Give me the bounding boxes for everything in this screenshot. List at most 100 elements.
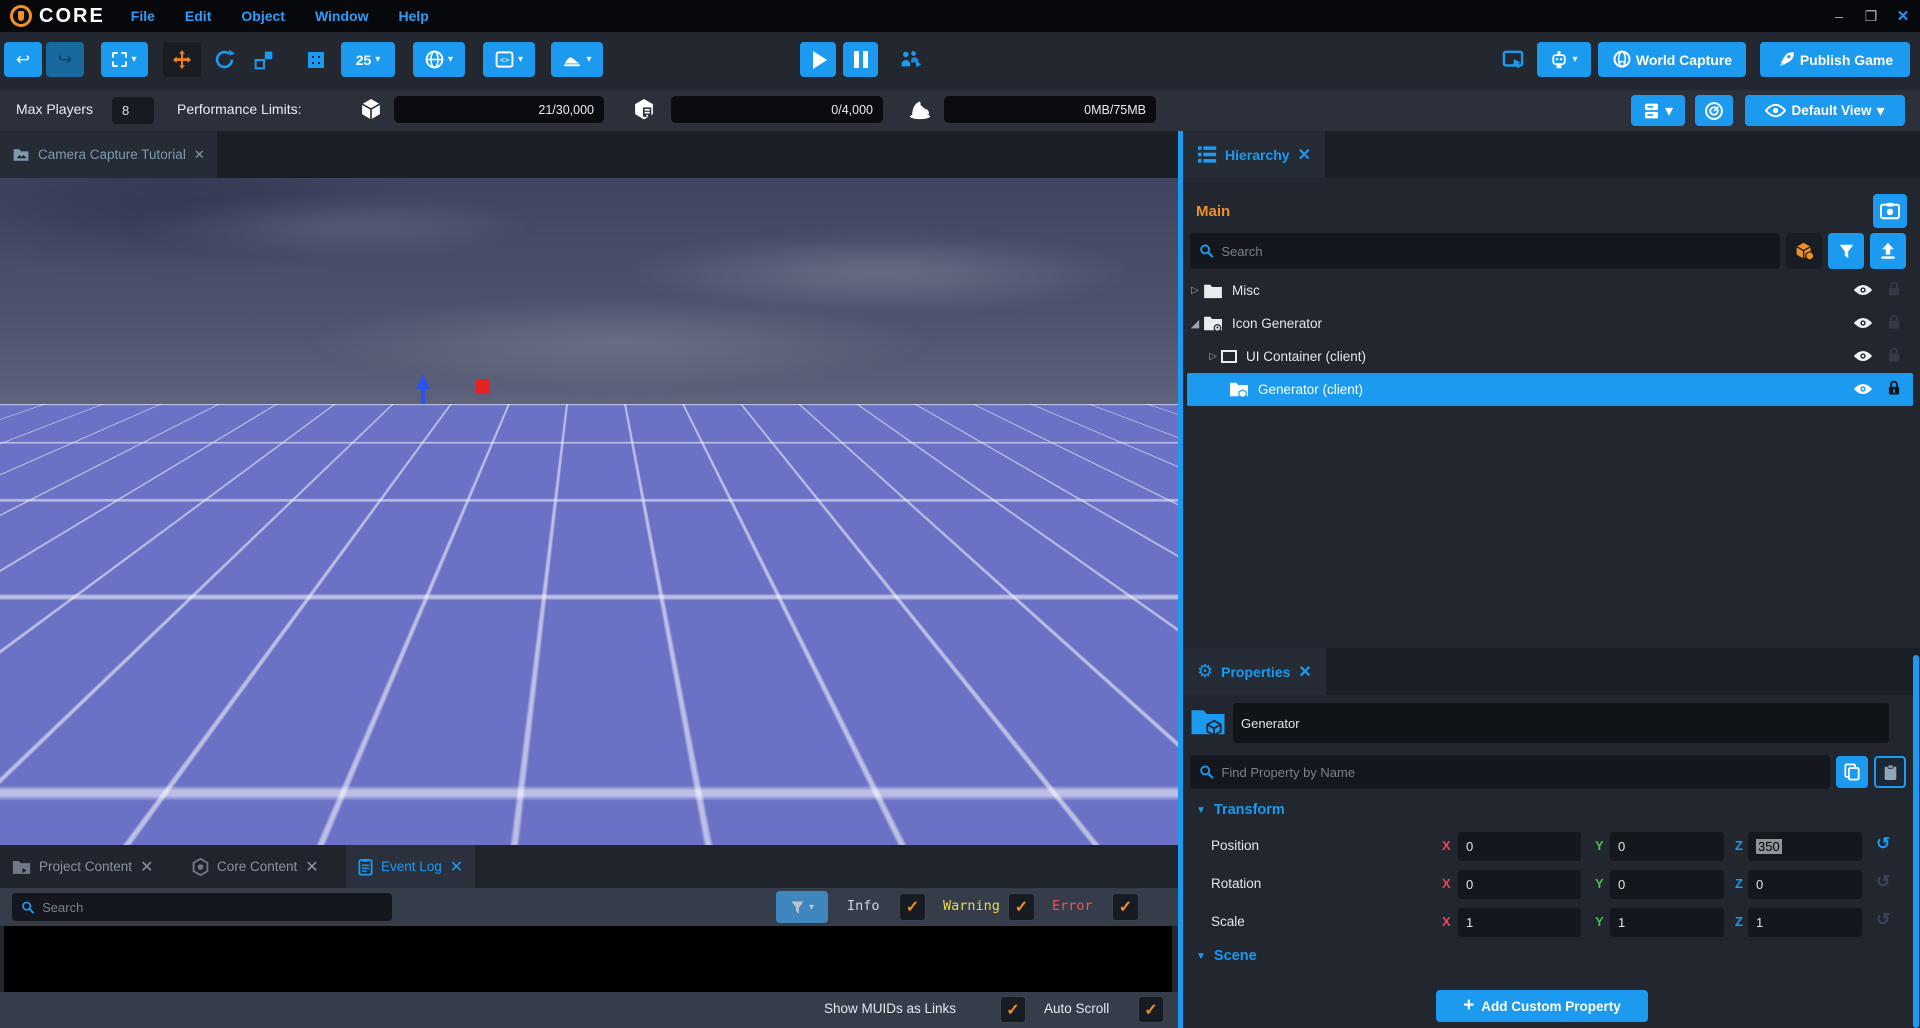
close-icon[interactable]: ✕ — [194, 147, 205, 163]
settings-bar: Max Players 8 Performance Limits: 21/30,… — [0, 90, 1920, 131]
transform-section-header[interactable]: ▼ Transform — [1196, 802, 1285, 818]
object-name-field[interactable]: Generator — [1233, 703, 1889, 743]
rotation-y-input[interactable]: 0 — [1610, 870, 1724, 899]
find-property-input[interactable] — [1221, 765, 1821, 780]
selection-mode-dropdown[interactable]: ▾ — [101, 42, 148, 77]
show-templates-button[interactable] — [1786, 233, 1822, 269]
paste-properties-button[interactable] — [1874, 756, 1906, 788]
visibility-eye-icon[interactable] — [1853, 382, 1873, 399]
warning-filter-checkbox[interactable]: ✓ — [1008, 893, 1035, 921]
world-settings-dropdown[interactable]: ▾ — [413, 42, 465, 77]
bot-tools-dropdown[interactable]: ▾ — [1537, 42, 1591, 77]
menu-edit[interactable]: Edit — [185, 8, 211, 24]
save-dropdown[interactable]: ▾ — [1631, 95, 1685, 126]
visibility-eye-icon[interactable] — [1853, 316, 1873, 333]
add-custom-property-button[interactable]: + Add Custom Property — [1436, 990, 1648, 1022]
hierarchy-search-input[interactable] — [1221, 244, 1771, 259]
reset-position-button[interactable]: ↺ — [1876, 834, 1890, 854]
grid-snap-button[interactable] — [298, 42, 334, 77]
scene-section-header[interactable]: ▼ Scene — [1196, 948, 1257, 964]
position-z-input[interactable]: 350 — [1748, 832, 1862, 861]
frame-selection-button[interactable] — [1496, 42, 1530, 77]
close-icon[interactable]: ✕ — [305, 857, 318, 877]
scale-x-input[interactable]: 1 — [1458, 908, 1581, 937]
terrain-dropdown[interactable]: ▾ — [551, 42, 603, 77]
close-icon[interactable]: ✕ — [450, 857, 463, 877]
tab-properties[interactable]: ⚙ Properties ✕ — [1183, 648, 1326, 695]
properties-scrollbar[interactable] — [1913, 655, 1919, 1028]
menu-object[interactable]: Object — [241, 8, 285, 24]
close-button[interactable]: ✕ — [1894, 7, 1912, 25]
performance-panel-button[interactable] — [1695, 95, 1733, 126]
menu-help[interactable]: Help — [398, 8, 428, 24]
tab-core-content[interactable]: Core Content ✕ — [180, 845, 331, 888]
info-filter-checkbox[interactable]: ✓ — [899, 893, 926, 921]
visibility-eye-icon[interactable] — [1853, 349, 1873, 366]
lock-icon[interactable] — [1887, 347, 1901, 367]
default-view-dropdown[interactable]: Default View ▾ — [1745, 95, 1905, 126]
lock-icon[interactable] — [1887, 281, 1901, 301]
multiplayer-preview-button[interactable] — [893, 42, 929, 77]
gizmo-object-marker[interactable] — [476, 379, 490, 394]
scale-y-input[interactable]: 1 — [1610, 908, 1724, 937]
publish-game-button[interactable]: Publish Game — [1760, 42, 1910, 77]
event-log-search[interactable] — [12, 893, 392, 921]
error-filter-checkbox[interactable]: ✓ — [1112, 893, 1139, 921]
gizmo-z-axis[interactable] — [423, 388, 425, 454]
visibility-eye-icon[interactable] — [1853, 283, 1873, 300]
restore-button[interactable]: ❐ — [1862, 8, 1880, 25]
expand-arrow-icon[interactable]: ▷ — [1205, 351, 1221, 362]
gizmo-origin[interactable] — [419, 448, 431, 460]
hierarchy-filter-button[interactable] — [1828, 233, 1864, 269]
log-filter-dropdown[interactable]: ▾ — [776, 891, 828, 923]
tab-camera-capture-tutorial[interactable]: Camera Capture Tutorial ✕ — [0, 131, 217, 178]
close-icon[interactable]: ✕ — [1298, 662, 1311, 682]
event-log-search-input[interactable] — [42, 900, 383, 915]
show-muids-checkbox[interactable]: ✓ — [1000, 996, 1026, 1023]
tab-hierarchy[interactable]: Hierarchy ✕ — [1183, 131, 1325, 178]
minimize-button[interactable]: – — [1830, 8, 1848, 24]
scene-capture-button[interactable] — [1873, 194, 1907, 228]
rotation-x-input[interactable]: 0 — [1458, 870, 1581, 899]
collapse-arrow-icon[interactable]: ◢ — [1187, 317, 1203, 330]
reset-scale-button[interactable]: ↺ — [1876, 910, 1890, 930]
gizmo-x-axis[interactable] — [425, 447, 480, 452]
transform-gizmo[interactable] — [400, 366, 512, 470]
move-tool-button[interactable] — [163, 42, 201, 77]
tab-event-log[interactable]: Event Log ✕ — [346, 845, 475, 888]
copy-properties-button[interactable] — [1836, 756, 1868, 788]
tree-item-misc[interactable]: ▷ Misc — [1187, 274, 1913, 307]
tree-item-icon-generator[interactable]: ◢ Icon Generator — [1187, 307, 1913, 340]
auto-scroll-checkbox[interactable]: ✓ — [1138, 996, 1164, 1023]
hierarchy-search[interactable] — [1190, 233, 1780, 269]
play-button[interactable] — [800, 42, 836, 77]
scale-tool-button[interactable] — [246, 42, 282, 77]
lock-icon[interactable] — [1887, 380, 1901, 400]
undo-button[interactable]: ↩ — [4, 42, 42, 77]
find-property-search[interactable] — [1190, 755, 1830, 789]
close-icon[interactable]: ✕ — [1298, 145, 1311, 165]
rotation-z-input[interactable]: 0 — [1748, 870, 1862, 899]
script-viewer-dropdown[interactable]: <> ▾ — [483, 42, 535, 77]
viewport-3d-scene[interactable] — [0, 178, 1178, 845]
max-players-input[interactable]: 8 — [112, 97, 154, 124]
rotate-tool-button[interactable] — [206, 42, 242, 77]
menu-file[interactable]: File — [131, 8, 155, 24]
close-icon[interactable]: ✕ — [140, 857, 153, 877]
menu-window[interactable]: Window — [315, 8, 369, 24]
tab-project-content[interactable]: Project Content ✕ — [0, 845, 165, 888]
tree-item-generator-selected[interactable]: Generator (client) — [1187, 373, 1913, 406]
tree-item-ui-container[interactable]: ▷ UI Container (client) — [1187, 340, 1913, 373]
event-log-output[interactable] — [4, 926, 1172, 992]
scale-z-input[interactable]: 1 — [1748, 908, 1862, 937]
position-x-input[interactable]: 0 — [1458, 832, 1581, 861]
position-y-input[interactable]: 0 — [1610, 832, 1724, 861]
expand-arrow-icon[interactable]: ▷ — [1187, 285, 1203, 296]
pause-button[interactable] — [843, 42, 878, 77]
lock-icon[interactable] — [1887, 314, 1901, 334]
reset-rotation-button[interactable]: ↺ — [1876, 872, 1890, 892]
export-button[interactable] — [1870, 233, 1906, 269]
snap-size-dropdown[interactable]: 25 ▾ — [341, 42, 395, 77]
world-capture-button[interactable]: World Capture — [1598, 42, 1746, 77]
redo-button[interactable]: ↪ — [46, 42, 84, 77]
